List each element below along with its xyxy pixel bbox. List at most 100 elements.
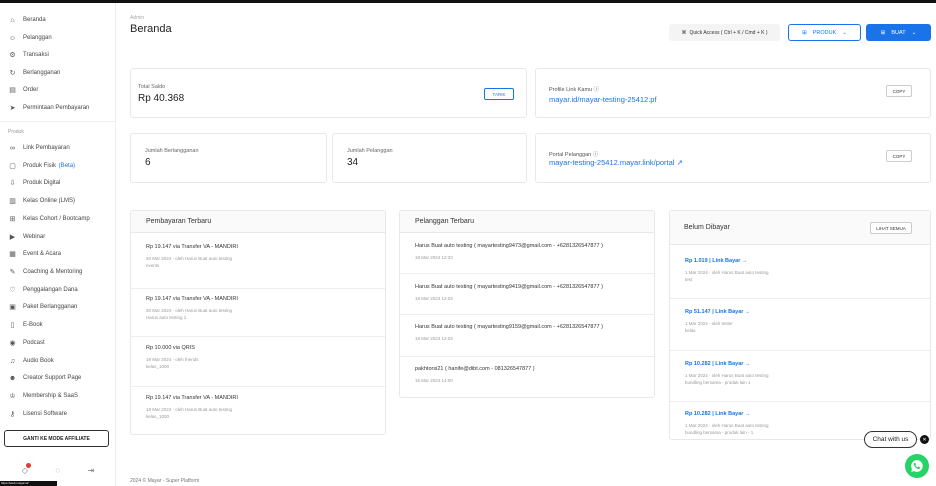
sidebar-section-label: Produk [8, 129, 24, 135]
affiliate-mode-button[interactable]: GANTI KE MODE AFFILIATE [4, 430, 109, 447]
list-item[interactable]: Rp 51.147 | Link Bayar → 1 Mar 2024 · ole… [685, 309, 922, 333]
langganan-value: 6 [145, 157, 151, 168]
status-url: https://web.mayar.id/ [0, 481, 57, 486]
sidebar-item-membership[interactable]: ♔ Membership & SaaS [8, 389, 78, 403]
send-icon: ➤ [9, 105, 16, 112]
sidebar-item-lisensi-software[interactable]: ⚷ Lisensi Software [8, 407, 67, 421]
bell-icon[interactable]: ◇ [22, 462, 31, 475]
sidebar-item-label: Beranda [23, 17, 46, 23]
produk-label: PRODUK [812, 29, 837, 36]
produk-button[interactable]: ⊞ PRODUK ⌄ [788, 24, 861, 41]
sidebar-item-webinar[interactable]: ▶ Webinar [8, 230, 45, 244]
chat-with-us-button[interactable]: Chat with us [864, 431, 917, 448]
sidebar-item-label: Creator Support Page [23, 375, 82, 381]
list-item[interactable]: Rp 10.000 via QRIS 19 Mar 2024 · oleh fri… [146, 345, 377, 369]
sidebar-item-label: Webinar [23, 234, 46, 240]
sidebar-item-creator-support[interactable]: ☻ Creator Support Page [8, 371, 82, 385]
ebook-icon: ▯ [10, 322, 15, 329]
sidebar-item-link-pembayaran[interactable]: ∞ Link Pembayaran [8, 141, 70, 155]
sidebar-item-produk-digital[interactable]: ⇩ Produk Digital [8, 176, 61, 190]
sidebar-item-berlangganan[interactable]: ↻ Berlangganan [8, 66, 61, 80]
sidebar-item-audio-book[interactable]: ♫ Audio Book [8, 354, 54, 368]
sidebar-item-kelas-cohort[interactable]: ⊞ Kelas Cohort / Bootcamp [8, 212, 90, 226]
list-item[interactable]: Rp 1.019 | Link Bayar → 1 Mar 2024 · oleh… [685, 258, 922, 282]
profile-link-url[interactable]: mayar.id/mayar-testing-25412.pf [549, 95, 657, 104]
sidebar-item-kelas-online[interactable]: ▥ Kelas Online (LMS) [8, 194, 75, 208]
help-icon[interactable]: ◌ [55, 466, 60, 475]
sidebar-item-label: Link Pembayaran [23, 145, 70, 151]
list-item[interactable]: pakhtorsi21 ( hanife@dibt.com - 08132654… [415, 366, 646, 383]
copy-profile-link-button[interactable]: COPY [886, 85, 912, 97]
users-icon: ☺ [8, 34, 17, 42]
gear-icon: ⚙ [9, 52, 16, 59]
sidebar-item-event-acara[interactable]: ▦ Event & Acara [8, 247, 61, 261]
list-item[interactable]: Harus Buat auto testing ( mayartesting94… [415, 284, 646, 301]
top-edge-bar [0, 0, 936, 3]
sidebar-item-produk-fisik[interactable]: ▢ Produk Fisik (Beta) [8, 159, 75, 173]
copy-portal-link-button[interactable]: COPY [886, 150, 912, 162]
lihat-semua-button[interactable]: LIHAT SEMUA [870, 222, 912, 234]
sidebar-item-label: Produk Fisik [23, 163, 57, 169]
chat-icon: ✎ [9, 269, 16, 276]
portal-url[interactable]: mayar-testing-25412.mayar.link/portal ↗ [549, 158, 683, 167]
sidebar-item-label: Kelas Online (LMS) [23, 198, 76, 204]
heart-icon: ♡ [9, 287, 16, 294]
sidebar-item-permintaan-pembayaran[interactable]: ➤ Permintaan Pembayaran [8, 101, 90, 115]
quick-access-button[interactable]: ⌘ Quick Access ( Ctrl + K / Cmd + K ) [669, 24, 780, 41]
list-item[interactable]: Rp 19.147 via Transfer VA - MANDIRI 20 Ma… [146, 244, 377, 268]
customers-panel: Pelanggan Terbaru Harus Buat auto testin… [399, 210, 655, 398]
chevron-down-icon: ⌄ [911, 29, 917, 36]
quick-access-label: Quick Access ( Ctrl + K / Cmd + K ) [689, 29, 768, 36]
buat-button[interactable]: ⊞ BUAT ⌄ [866, 24, 931, 41]
mic-icon: ◉ [9, 340, 16, 347]
membership-icon: ♔ [9, 393, 16, 400]
key-icon: ⚷ [9, 411, 16, 418]
unpaid-panel: Belum Dibayar LIHAT SEMUA Rp 1.019 | Lin… [669, 210, 931, 440]
breadcrumb: Admin [130, 15, 145, 21]
logout-icon[interactable]: ⇥ [88, 466, 95, 475]
saldo-label: Total Saldo [138, 84, 166, 90]
sidebar-item-label: Berlangganan [23, 70, 61, 76]
list-item[interactable]: Harus Buat auto testing ( mayartesting91… [415, 324, 646, 341]
langganan-card: Jumlah Berlangganan 6 [130, 133, 327, 183]
sidebar-item-label: Paket Berlangganan [23, 304, 78, 310]
command-icon: ⌘ [681, 29, 687, 36]
sidebar: ⌂ Beranda ☺ Pelanggan ⚙ Transaksi ↻ Berlangg… [0, 3, 116, 486]
cohort-icon: ⊞ [9, 216, 16, 223]
customers-title: Pelanggan Terbaru [400, 211, 654, 233]
list-item[interactable]: Rp 10.282 | Link Bayar → 1 Mar 2024 · ole… [685, 361, 922, 385]
sidebar-item-penggalangan-dana[interactable]: ♡ Penggalangan Dana [8, 283, 78, 297]
row-divider [670, 298, 930, 299]
list-item[interactable]: Rp 19.147 via Transfer VA - MANDIRI 18 Ma… [146, 395, 377, 419]
close-icon[interactable]: ✕ [920, 435, 929, 444]
buat-label: BUAT [891, 29, 906, 36]
home-icon: ⌂ [10, 16, 15, 24]
sidebar-item-beranda[interactable]: ⌂ Beranda [8, 13, 46, 27]
profile-link-card: Profile Link Kamu ⓘ mayar.id/mayar-testi… [535, 68, 931, 118]
sidebar-item-paket-berlangganan[interactable]: ▣ Paket Berlangganan [8, 300, 77, 314]
sidebar-divider [0, 121, 115, 122]
sidebar-item-pelanggan[interactable]: ☺ Pelanggan [8, 31, 52, 45]
sidebar-item-label: Produk Digital [23, 180, 61, 186]
help-icon: ⓘ [593, 87, 600, 93]
headphone-icon: ♫ [9, 357, 16, 365]
sidebar-item-transaksi[interactable]: ⚙ Transaksi [8, 48, 48, 62]
sidebar-item-label: Event & Acara [23, 251, 62, 257]
tarik-button[interactable]: TARIK [484, 88, 514, 100]
sidebar-item-label: Audio Book [23, 358, 54, 364]
sidebar-item-label: Membership & SaaS [23, 393, 79, 399]
row-divider [131, 336, 385, 337]
sidebar-item-coaching[interactable]: ✎ Coaching & Mentoring [8, 265, 83, 279]
sidebar-item-order[interactable]: ▤ Order [8, 83, 38, 97]
list-item[interactable]: Harus Buat auto testing ( mayartesting94… [415, 243, 646, 260]
sidebar-item-ebook[interactable]: ▯ E-Book [8, 318, 43, 332]
sidebar-item-label: Penggalangan Dana [23, 287, 78, 293]
sidebar-item-podcast[interactable]: ◉ Podcast [8, 336, 44, 350]
payments-panel: Pembayaran Terbaru Rp 19.147 via Transfe… [130, 210, 386, 435]
row-divider [131, 288, 385, 289]
pelanggan-value: 34 [347, 157, 359, 168]
list-item[interactable]: Rp 19.147 via Transfer VA - MANDIRI 20 Ma… [146, 296, 377, 320]
whatsapp-icon[interactable] [905, 454, 929, 478]
sidebar-item-label: E-Book [23, 322, 43, 328]
saldo-card: Total Saldo Rp 40.368 TARIK [130, 68, 527, 118]
